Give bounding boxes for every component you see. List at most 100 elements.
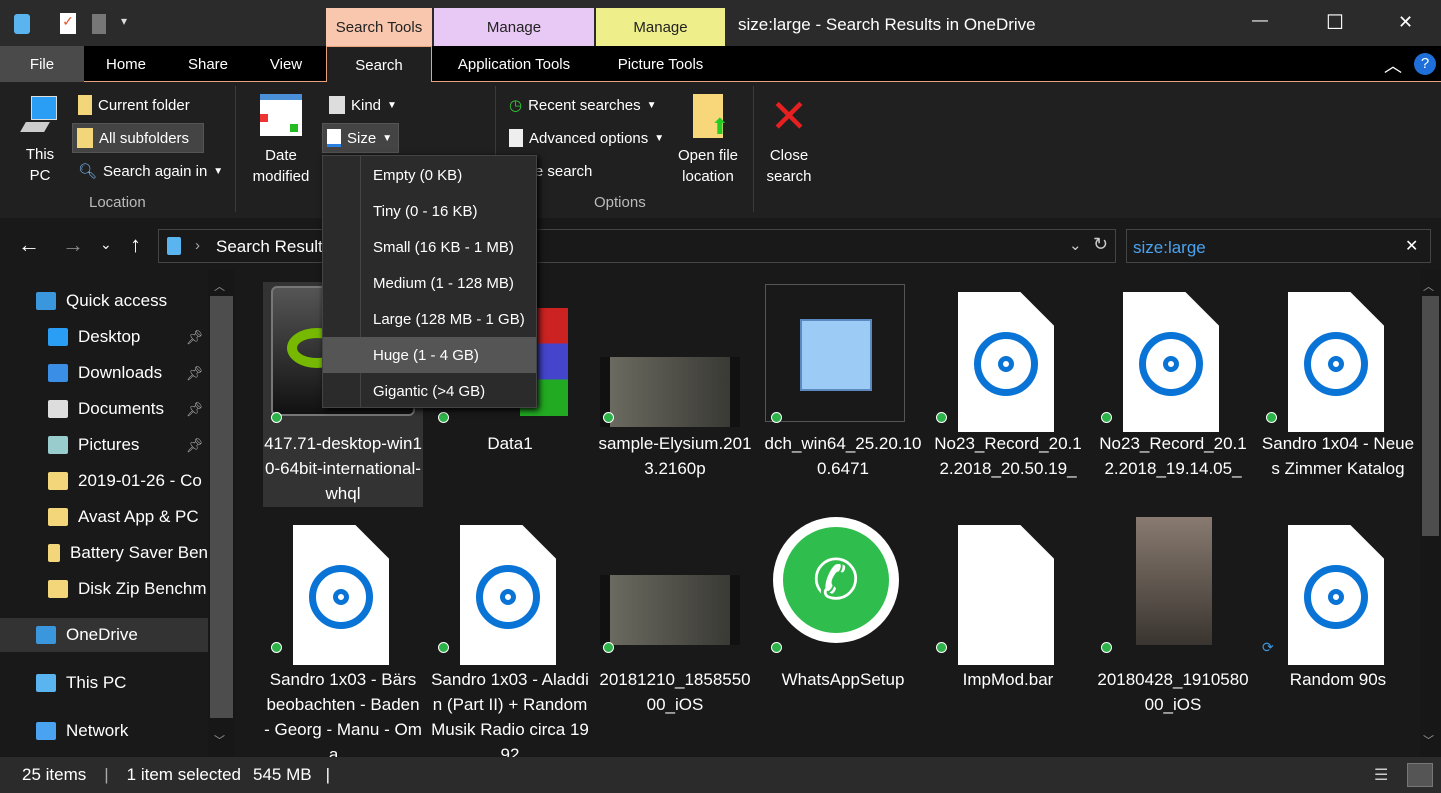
refresh-icon[interactable]: ↻ [1093,234,1108,255]
divider [235,86,236,212]
close-button[interactable]: ✕ [1398,12,1413,33]
status-bar: 25 items | 1 item selected 545 MB | ☰ [0,757,1441,793]
tab-view[interactable]: View [250,46,322,82]
scroll-thumb[interactable] [210,296,233,718]
selection-size: 545 MB [253,765,312,784]
recent-searches-button[interactable]: ◷ Recent searches ▼ [505,90,661,120]
pin-icon[interactable]: 📌︎ [186,437,204,454]
file-item[interactable]: No23_Record_20.12.2018_20.50.19_ [928,282,1088,507]
file-item[interactable]: 20181210_185855000_iOS [595,515,755,757]
music-file-icon [460,525,556,665]
large-icons-view-button[interactable] [1407,763,1433,787]
nav-item[interactable]: OneDrive [0,618,208,652]
nav-item[interactable]: Desktop 📌︎ [0,320,208,354]
open-file-location-button[interactable]: ⬆ Open file location [672,94,744,187]
recent-locations-button[interactable]: ⌄ [100,236,112,253]
file-item[interactable]: Sandro 1x04 - Neues Zimmer Katalog [1258,282,1418,507]
nav-item[interactable]: Documents 📌︎ [0,392,208,426]
nav-scrollbar[interactable]: ︿ ﹀ [208,270,235,757]
scroll-up-icon[interactable]: ︿ [1423,278,1434,294]
close-search-button[interactable]: ✕ Close search [762,90,816,187]
window-title: size:large - Search Results in OneDrive [738,15,1036,34]
ribbon: This PC Current folder All subfolders 🔍︎… [0,82,1441,218]
nav-item[interactable]: Pictures 📌︎ [0,428,208,462]
address-row: ← → ⌄ ↑ › Search Results in OneDrive ⌄ ↻… [0,226,1441,266]
tab-picture-tools[interactable]: Picture Tools [596,46,725,82]
new-folder-icon[interactable] [92,14,106,34]
tab-application-tools[interactable]: Application Tools [434,46,594,82]
file-item[interactable]: No23_Record_20.12.2018_19.14.05_ [1093,282,1253,507]
date-modified-button[interactable]: Date modified [240,94,322,187]
scroll-thumb[interactable] [1422,296,1439,536]
all-subfolders-button[interactable]: All subfolders [72,123,204,153]
content-scrollbar[interactable]: ︿ ﹀ [1420,270,1441,757]
address-bar[interactable]: › Search Results in OneDrive ⌄ ↻ [158,229,1116,263]
help-icon[interactable]: ? [1414,53,1436,75]
nav-item[interactable]: 2019-01-26 - Co [0,464,208,498]
tab-file[interactable]: File [0,46,84,82]
nav-item[interactable]: Disk Zip Benchm [0,572,208,606]
maximize-button[interactable]: ☐ [1326,10,1344,35]
minimize-button[interactable]: — [1252,12,1268,30]
properties-icon[interactable]: ✓ [60,13,76,34]
size-menu-item[interactable]: Large (128 MB - 1 GB) [323,301,536,337]
nav-item[interactable]: Battery Saver Ben [0,536,208,570]
file-item[interactable]: ⟳ Random 90s [1258,515,1418,757]
nav-item[interactable]: Downloads 📌︎ [0,356,208,390]
kind-button[interactable]: Kind ▼ [325,90,401,120]
search-again-in-button[interactable]: 🔍︎ Search again in ▼ [74,156,227,186]
search-input[interactable]: size:large ✕ [1126,229,1431,263]
nav-item[interactable]: This PC [0,666,208,700]
sync-pending-icon: ⟳ [1262,639,1274,655]
nav-item[interactable]: Avast App & PC [0,500,208,534]
size-button[interactable]: Size ▼ [322,123,399,153]
scroll-down-icon[interactable]: ﹀ [1423,732,1434,748]
file-item[interactable]: Sandro 1x03 - Aladdin (Part II) + Random… [430,515,590,757]
size-menu-item[interactable]: Medium (1 - 128 MB) [323,265,536,301]
scroll-down-icon[interactable]: ﹀ [214,732,225,748]
network-icon [36,722,56,740]
tab-home[interactable]: Home [90,46,162,82]
collapse-ribbon-icon[interactable]: ︿ [1384,52,1402,78]
advanced-options-button[interactable]: Advanced options ▼ [505,123,668,153]
synced-check-icon [771,642,782,653]
size-menu-item[interactable]: Huge (1 - 4 GB) [323,337,536,373]
file-item[interactable]: sample-Elysium.2013.2160p [595,282,755,507]
address-dropdown-icon[interactable]: ⌄ [1069,236,1082,254]
nav-item[interactable]: Quick access [0,284,208,318]
close-search-icon: ✕ [769,90,809,142]
photo-thumbnail [1136,517,1212,645]
file-item[interactable]: Sandro 1x03 - Bärs beobachten - Baden - … [263,515,423,757]
file-item[interactable]: ImpMod.bar [928,515,1088,757]
size-menu-item[interactable]: Small (16 KB - 1 MB) [323,229,536,265]
this-pc-button[interactable]: This PC [14,94,66,186]
file-item[interactable]: 20180428_191058000_iOS [1093,515,1253,757]
file-item[interactable]: dch_win64_25.20.100.6471 [763,282,923,507]
desktop-icon [48,328,68,346]
pin-icon[interactable]: 📌︎ [186,329,204,346]
up-button[interactable]: ↑ [130,232,141,258]
dropdown-arrow-icon: ▼ [213,165,224,177]
forward-button[interactable]: → [62,232,84,258]
scroll-up-icon[interactable]: ︿ [214,278,225,294]
details-view-button[interactable]: ☰ [1374,765,1388,785]
pin-icon[interactable]: 📌︎ [186,365,204,382]
customize-toolbar-icon[interactable]: ▾ [121,14,127,28]
back-button[interactable]: ← [18,232,40,258]
search-icon: 🔍︎ [78,163,98,180]
dropdown-arrow-icon: ▼ [382,132,393,144]
size-icon [327,129,341,147]
pin-icon[interactable]: 📌︎ [186,401,204,418]
file-item[interactable]: ✆ WhatsAppSetup [763,515,923,757]
tab-search[interactable]: Search [326,46,432,83]
current-folder-button[interactable]: Current folder [74,90,194,120]
nav-item[interactable]: Network [0,714,208,748]
dropdown-arrow-icon: ▼ [387,99,397,111]
breadcrumb-separator: › [195,237,200,254]
music-file-icon [1123,292,1219,432]
size-menu-item[interactable]: Gigantic (>4 GB) [323,373,536,409]
size-menu-item[interactable]: Tiny (0 - 16 KB) [323,193,536,229]
clear-search-icon[interactable]: ✕ [1405,236,1418,256]
tab-share[interactable]: Share [172,46,244,82]
size-menu-item[interactable]: Empty (0 KB) [323,157,536,193]
